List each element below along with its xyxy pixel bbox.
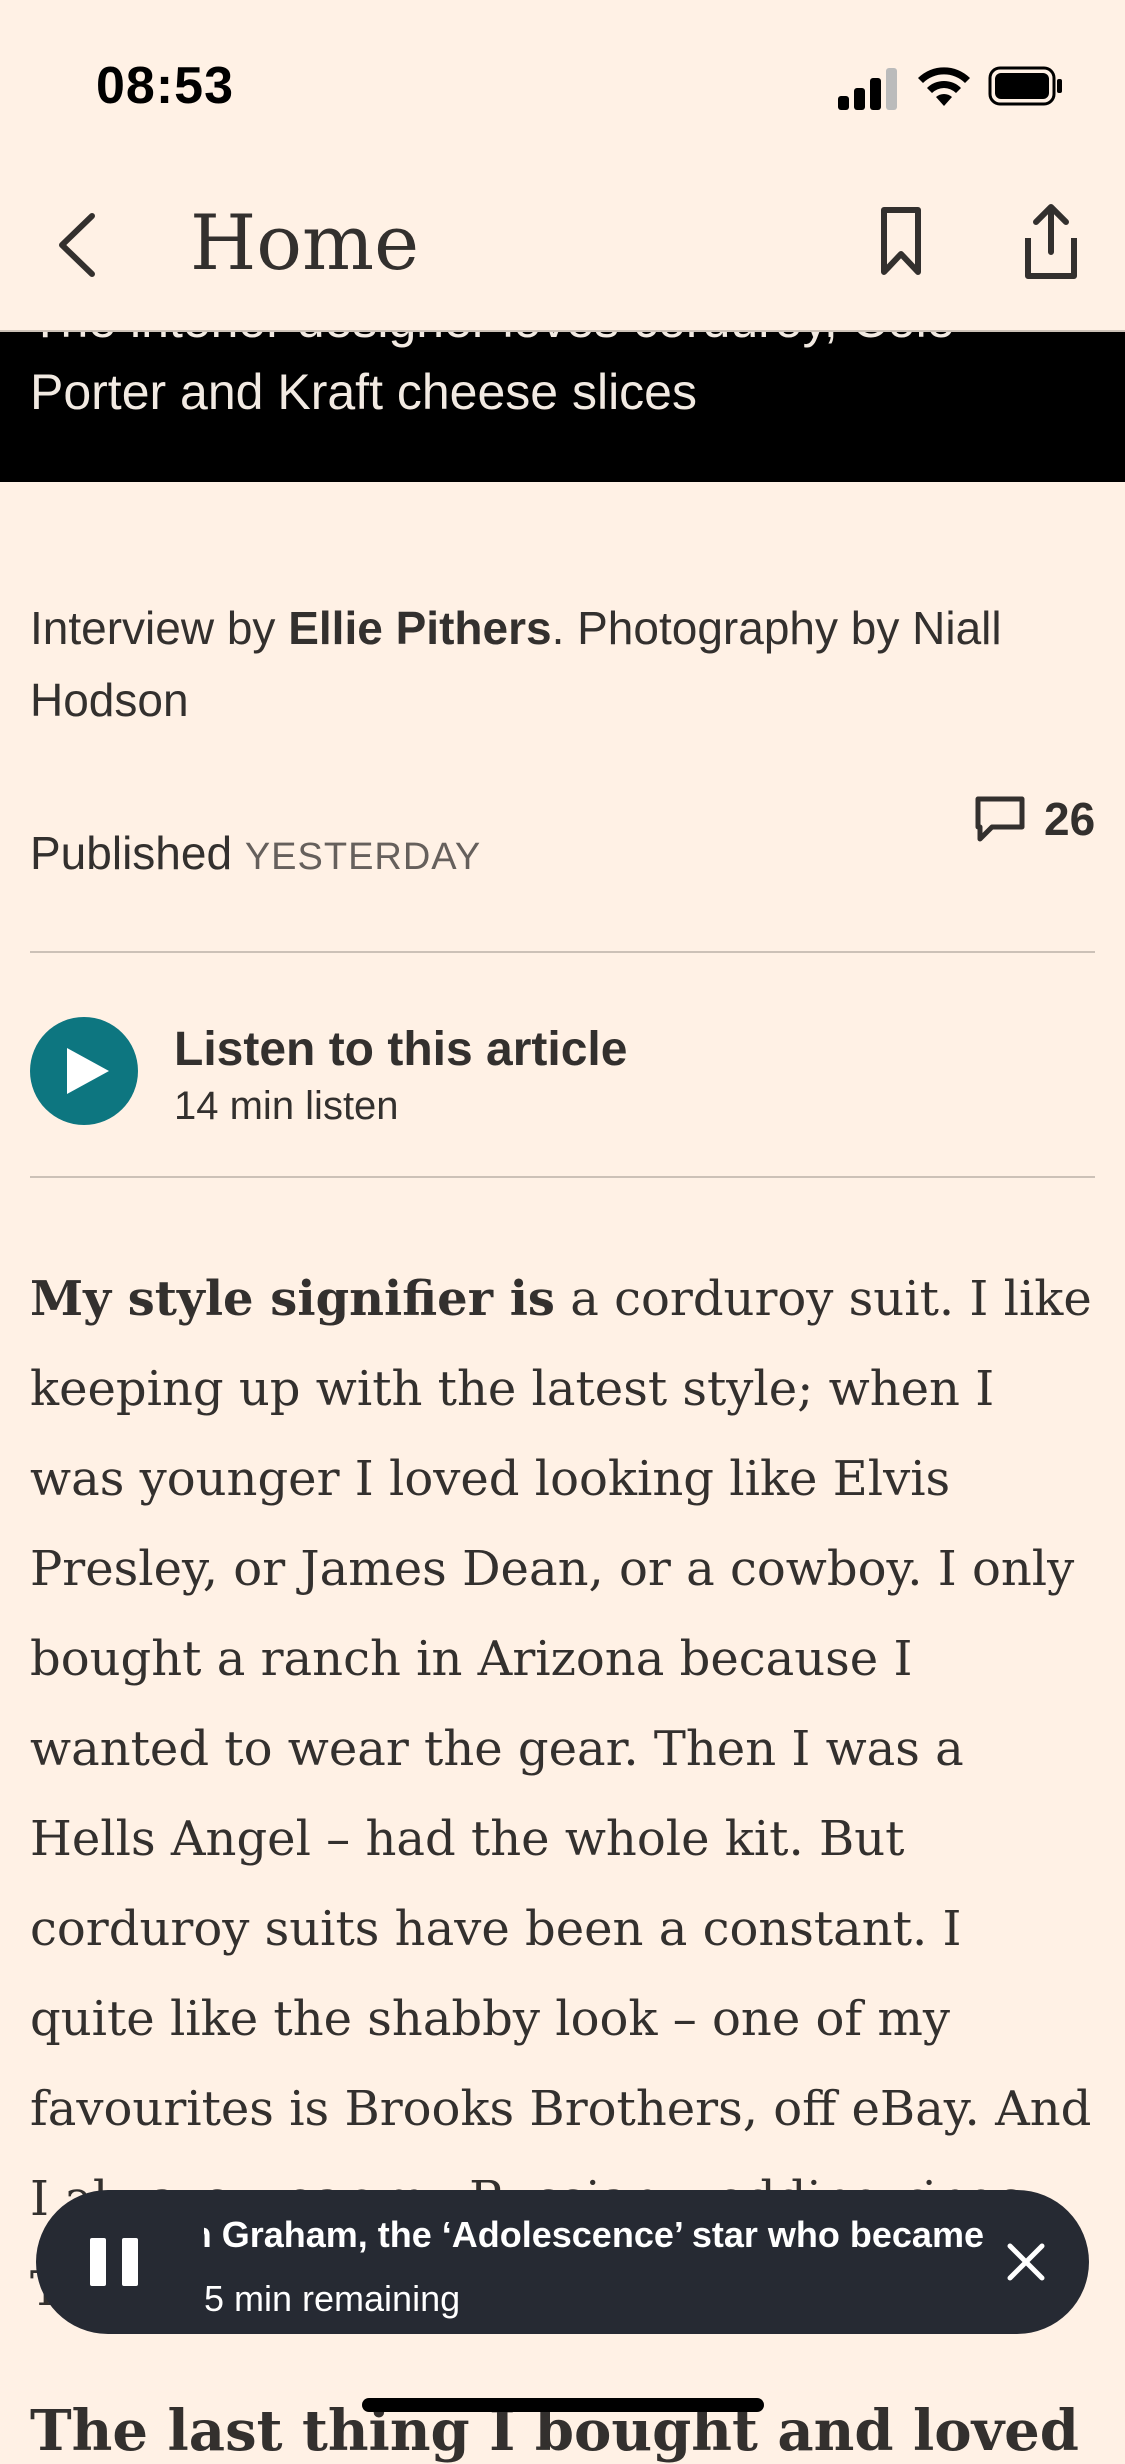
published-date-value: YESTERDAY (244, 836, 482, 878)
comments-count: 26 (1044, 793, 1096, 845)
byline-author[interactable]: Ellie Pithers (288, 602, 551, 654)
wifi-icon (918, 67, 970, 106)
divider (30, 1176, 1095, 1178)
share-icon (1025, 204, 1077, 279)
close-icon (1007, 2243, 1045, 2281)
bookmark-icon (881, 207, 921, 275)
byline: Interview by Ellie Pithers. Photography … (30, 592, 1090, 736)
status-bar: 08:53 (0, 0, 1125, 170)
article-body: My style signifier is a corduroy suit. I… (30, 1254, 1095, 2334)
comments-button[interactable]: 26 (974, 792, 1095, 846)
home-indicator[interactable] (362, 2398, 764, 2412)
comment-icon (975, 796, 1025, 842)
share-button[interactable] (1014, 200, 1088, 284)
mini-player-title: Owen Cooper and Stephen Graham, the ‘Ado… (204, 2214, 984, 2255)
status-time: 08:53 (96, 57, 234, 115)
pause-button[interactable] (86, 2234, 142, 2290)
hero-image-caption: The interior designer loves corduroy, Co… (0, 332, 1125, 482)
back-chevron-icon (59, 213, 95, 277)
close-player-button[interactable] (996, 2232, 1056, 2292)
article-lead: My style signifier is (30, 1271, 555, 1327)
battery-icon (988, 66, 1062, 106)
published-date: Published YESTERDAY (30, 826, 481, 880)
listen-play-button[interactable] (30, 1017, 138, 1125)
mini-player-title-clip: Owen Cooper and Stephen Graham, the ‘Ado… (204, 2206, 984, 2266)
divider (30, 951, 1095, 953)
nav-bar: Home (0, 170, 1125, 332)
hero-caption-text: The interior designer loves corduroy, Co… (30, 332, 955, 420)
mini-player-remaining: 5 min remaining (204, 2278, 461, 2319)
published-label: Published (30, 827, 233, 879)
mini-audio-player[interactable]: Owen Cooper and Stephen Graham, the ‘Ado… (36, 2190, 1089, 2334)
cellular-signal-icon (838, 64, 898, 110)
nav-title: Home (190, 198, 420, 287)
bookmark-button[interactable] (868, 202, 934, 282)
listen-title[interactable]: Listen to this article (174, 1022, 627, 1077)
listen-duration: 14 min listen (174, 1084, 399, 1128)
play-icon (67, 1048, 109, 1094)
byline-prefix: Interview by (30, 602, 289, 654)
article-paragraph: a corduroy suit. I like keeping up with … (30, 1271, 1092, 2317)
back-button[interactable] (46, 200, 106, 290)
